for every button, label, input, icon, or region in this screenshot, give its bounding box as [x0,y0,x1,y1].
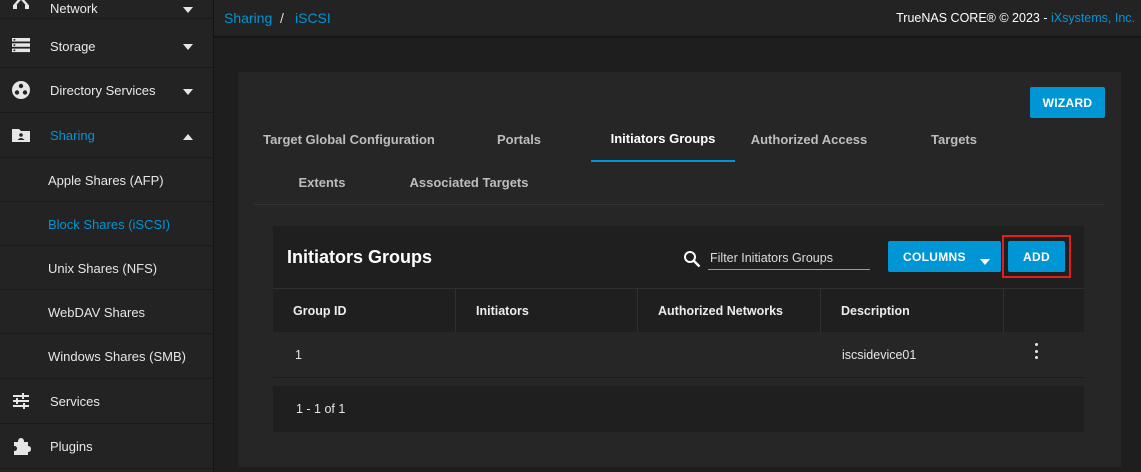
breadcrumb-sharing[interactable]: Sharing [224,10,272,26]
tabs-divider [254,204,1104,205]
column-header-description[interactable]: Description [821,289,1004,332]
more-vert-icon[interactable] [1029,341,1043,361]
sidebar-item-label: Network [50,1,98,16]
breadcrumb-separator: / [280,10,284,26]
sidebar-item-plugins[interactable]: Plugins [0,424,213,469]
sidebar-subitem-label: Apple Shares (AFP) [48,173,164,188]
top-bar: Sharing / iSCSI TrueNAS CORE® © 2023 - i… [214,0,1141,38]
sidebar: Network Storage Directory Services Shari… [0,0,214,472]
sidebar-item-label: Services [50,394,100,409]
network-icon [11,0,31,12]
column-header-label: Group ID [293,304,347,318]
columns-button[interactable]: COLUMNS [888,241,1001,272]
ixsystems-link[interactable]: iXsystems, Inc. [1051,11,1135,25]
tune-icon [11,391,31,411]
tab-extents[interactable]: Extents [299,175,346,190]
wizard-button[interactable]: WIZARD [1030,87,1105,118]
storage-icon [11,35,31,55]
column-header-label: Description [841,304,910,318]
column-header-label: Initiators [476,304,529,318]
chevron-down-icon [183,5,193,15]
tab-authorized-access[interactable]: Authorized Access [751,132,868,147]
table-row[interactable]: 1 iscsidevice01 [273,332,1084,378]
columns-button-label: COLUMNS [903,249,966,264]
tab-target-global-configuration[interactable]: Target Global Configuration [263,132,435,147]
sidebar-item-network[interactable]: Network [0,0,213,19]
sidebar-subitem-label: Block Shares (iSCSI) [48,217,171,232]
sidebar-item-sharing[interactable]: Sharing [0,113,213,158]
cell-group-id: 1 [295,348,302,362]
copyright-text: TrueNAS CORE® © 2023 - iXsystems, Inc. [896,11,1135,25]
table-toolbar: Initiators Groups COLUMNS ADD [273,226,1084,288]
sidebar-subitem-label: Windows Shares (SMB) [48,349,186,364]
initiators-groups-table: Initiators Groups COLUMNS ADD Group ID I… [273,226,1084,432]
sidebar-subitem-nfs[interactable]: Unix Shares (NFS) [0,246,213,290]
tab-targets[interactable]: Targets [931,132,977,147]
search-icon [683,250,701,268]
filter-initiators-groups-input[interactable] [708,246,870,270]
sidebar-item-storage[interactable]: Storage [0,23,213,68]
column-header-label: Authorized Networks [658,304,784,318]
table-header-row: Group ID Initiators Authorized Networks … [273,288,1084,332]
sidebar-subitem-webdav[interactable]: WebDAV Shares [0,290,213,334]
sidebar-item-services[interactable]: Services [0,379,213,424]
sidebar-item-label: Sharing [50,128,95,143]
sidebar-item-directory-services[interactable]: Directory Services [0,68,213,113]
pagination-range: 1 - 1 of 1 [296,402,346,416]
puzzle-icon [11,436,31,456]
tab-portals[interactable]: Portals [497,132,541,147]
tab-associated-targets[interactable]: Associated Targets [410,175,529,190]
sidebar-subitem-smb[interactable]: Windows Shares (SMB) [0,334,213,379]
breadcrumb-iscsi[interactable]: iSCSI [295,10,331,26]
sidebar-item-label: Directory Services [50,83,156,98]
add-button-highlight [1002,235,1071,278]
sidebar-item-label: Storage [50,39,96,54]
caret-down-icon [980,254,990,268]
column-header-group-id[interactable]: Group ID [273,289,456,332]
sidebar-subitem-iscsi[interactable]: Block Shares (iSCSI) [0,202,213,246]
column-header-initiators[interactable]: Initiators [456,289,638,332]
table-title: Initiators Groups [287,247,433,267]
table-footer: 1 - 1 of 1 [273,386,1084,432]
sidebar-item-label: Plugins [50,439,93,454]
directory-services-icon [11,80,31,100]
copyright-label: TrueNAS CORE® © 2023 - [896,11,1051,25]
sharing-folder-icon [11,125,31,145]
chevron-down-icon [183,42,193,52]
tab-initiators-groups[interactable]: Initiators Groups [611,131,716,146]
active-tab-indicator [591,160,735,162]
sidebar-subitem-afp[interactable]: Apple Shares (AFP) [0,158,213,202]
chevron-down-icon [183,87,193,97]
sidebar-subitem-label: Unix Shares (NFS) [48,261,158,276]
sidebar-subitem-label: WebDAV Shares [48,305,146,320]
chevron-up-icon [183,132,193,142]
iscsi-card: WIZARD Target Global Configuration Porta… [238,72,1121,467]
column-header-authorized-networks[interactable]: Authorized Networks [638,289,821,332]
cell-description: iscsidevice01 [842,348,917,362]
